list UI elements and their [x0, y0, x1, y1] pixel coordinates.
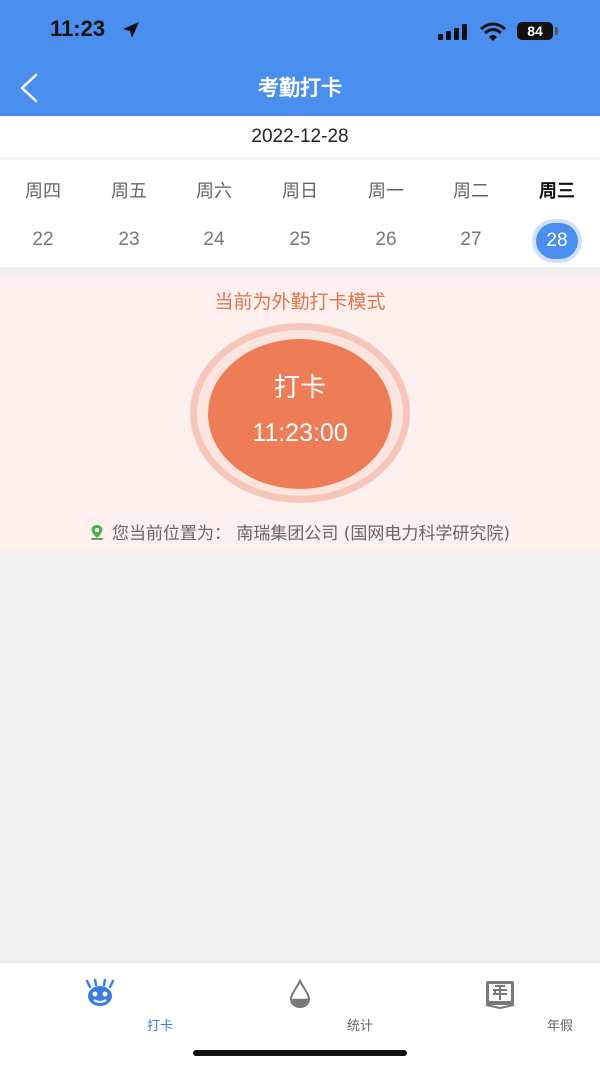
app-header: 11:23 84 考勤打卡: [0, 0, 600, 116]
day-number: 24: [203, 229, 225, 250]
check-in-time: 11:23:00: [252, 419, 348, 447]
weekday-label: 周六: [196, 181, 232, 202]
tab-check-in[interactable]: 打卡: [40, 971, 173, 1034]
check-in-panel: 当前为外勤打卡模式 打卡 11:23:00 您当前位置为： 南瑞集团公司 (国网…: [0, 275, 600, 551]
check-in-icon: [84, 977, 116, 1013]
location-row: 您当前位置为： 南瑞集团公司 (国网电力科学研究院): [0, 519, 600, 545]
day-item[interactable]: 周日 25: [257, 159, 343, 267]
weekday-label: 周四: [25, 181, 61, 202]
day-number: 25: [289, 229, 311, 250]
status-time: 11:23: [50, 16, 106, 41]
status-bar: 11:23 84: [0, 0, 600, 60]
statistics-drop-icon: [284, 978, 316, 1013]
day-item[interactable]: 周二 27: [428, 159, 514, 267]
annual-leave-icon: [484, 979, 516, 1013]
day-number: 27: [460, 229, 482, 250]
weekday-label: 周日: [282, 181, 318, 202]
location-text: 您当前位置为： 南瑞集团公司 (国网电力科学研究院): [111, 524, 511, 544]
weekday-label: 周一: [368, 181, 404, 202]
wifi-icon: [480, 22, 506, 46]
page-title: 考勤打卡: [258, 76, 342, 100]
day-number: 23: [118, 229, 140, 250]
weekday-label: 周五: [111, 181, 147, 202]
tab-annual-leave[interactable]: 年假: [440, 971, 573, 1034]
tab-label: 打卡: [146, 1019, 173, 1034]
day-number: 28: [536, 223, 578, 259]
location-pin-icon: [90, 524, 104, 545]
day-item[interactable]: 周四 22: [0, 159, 86, 267]
check-in-button[interactable]: 打卡 11:23:00: [208, 339, 392, 489]
battery-tip: [555, 27, 558, 35]
weekday-label: 周三: [539, 181, 575, 202]
current-date[interactable]: 2022-12-28: [0, 116, 600, 159]
week-selector: 周四 22 周五 23 周六 24 周日 25 周一 26 周二 27 周三 2…: [0, 159, 600, 267]
day-item[interactable]: 周六 24: [171, 159, 257, 267]
tab-statistics[interactable]: 统计: [240, 971, 373, 1034]
home-indicator: [193, 1050, 407, 1056]
day-number: 26: [375, 229, 397, 250]
day-item-selected[interactable]: 周三 28: [514, 159, 600, 267]
day-number: 22: [32, 229, 54, 250]
battery-indicator: 84: [517, 22, 553, 40]
location-arrow-icon: [122, 21, 140, 43]
day-item[interactable]: 周一 26: [343, 159, 429, 267]
day-item[interactable]: 周五 23: [86, 159, 172, 267]
tab-label: 统计: [346, 1019, 373, 1034]
cellular-signal-icon: [438, 24, 468, 44]
tab-label: 年假: [546, 1019, 573, 1034]
check-in-mode-text: 当前为外勤打卡模式: [214, 291, 386, 313]
check-in-button-label: 打卡: [273, 373, 326, 403]
weekday-label: 周二: [453, 181, 489, 202]
